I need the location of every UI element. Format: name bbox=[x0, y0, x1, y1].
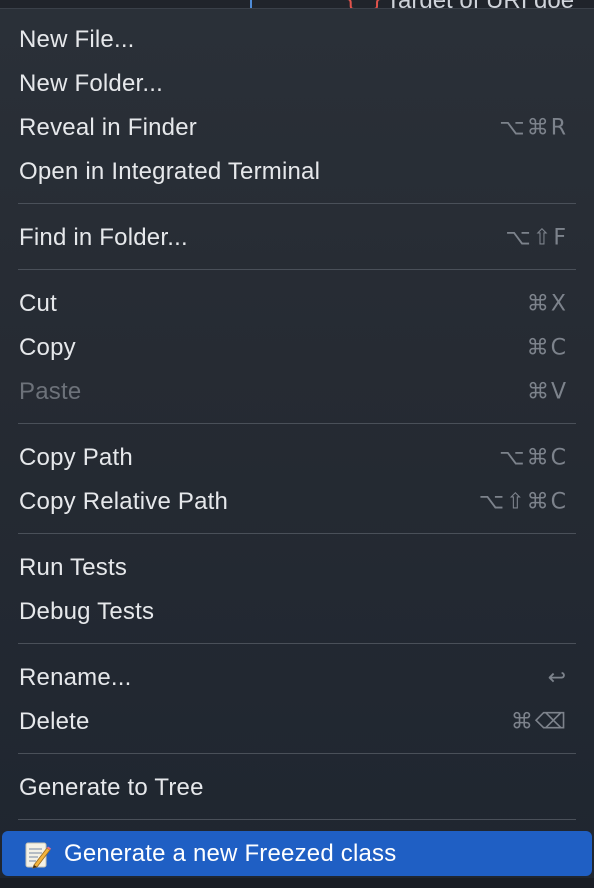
menu-item-debug-tests[interactable]: Debug Tests bbox=[0, 590, 594, 634]
editor-cursor bbox=[250, 0, 252, 8]
menu-separator bbox=[18, 203, 576, 204]
menu-item-label: Rename... bbox=[19, 664, 132, 691]
menu-separator bbox=[18, 753, 576, 754]
menu-item-run-tests[interactable]: Run Tests bbox=[0, 546, 594, 590]
menu-item-generate-to-tree[interactable]: Generate to Tree bbox=[0, 766, 594, 810]
menu-item-label: Debug Tests bbox=[19, 598, 155, 625]
memo-icon bbox=[25, 842, 51, 869]
context-menu: New File... New Folder... Reveal in Find… bbox=[0, 8, 594, 888]
menu-separator bbox=[18, 533, 576, 534]
brace-icon: { } bbox=[344, 0, 384, 8]
menu-separator bbox=[18, 819, 576, 820]
menu-item-delete[interactable]: Delete ⌘⌫ bbox=[0, 700, 594, 744]
menu-item-label: Cut bbox=[19, 290, 57, 317]
menu-item-open-in-terminal[interactable]: Open in Integrated Terminal bbox=[0, 150, 594, 194]
menu-separator bbox=[18, 423, 576, 424]
menu-item-find-in-folder[interactable]: Find in Folder... ⌥⇧F bbox=[0, 216, 594, 260]
menu-item-label: Copy Relative Path bbox=[19, 488, 229, 515]
menu-item-new-folder[interactable]: New Folder... bbox=[0, 62, 594, 106]
menu-item-rename[interactable]: Rename... ↩ bbox=[0, 656, 594, 700]
menu-item-shortcut: ⌘⌫ bbox=[510, 709, 568, 735]
menu-item-reveal-in-finder[interactable]: Reveal in Finder ⌥⌘R bbox=[0, 106, 594, 150]
menu-item-shortcut: ⌥⇧F bbox=[505, 225, 568, 251]
menu-item-label: New File... bbox=[19, 26, 135, 53]
menu-item-shortcut: ⌥⌘R bbox=[499, 115, 568, 141]
menu-item-shortcut: ⌘C bbox=[526, 335, 568, 361]
menu-item-label: Paste bbox=[19, 378, 82, 405]
menu-item-shortcut: ⌘V bbox=[526, 379, 568, 405]
menu-item-paste: Paste ⌘V bbox=[0, 370, 594, 414]
menu-item-label: Copy Path bbox=[19, 444, 133, 471]
menu-item-label: Run Tests bbox=[19, 554, 128, 581]
menu-item-label: Delete bbox=[19, 708, 90, 735]
menu-item-shortcut: ⌥⇧⌘C bbox=[478, 489, 568, 515]
return-icon: ↩ bbox=[547, 665, 568, 691]
menu-separator bbox=[18, 643, 576, 644]
menu-item-generate-freezed-class[interactable]: Generate a new Freezed class bbox=[2, 831, 592, 876]
menu-item-copy[interactable]: Copy ⌘C bbox=[0, 326, 594, 370]
menu-item-label: Reveal in Finder bbox=[19, 114, 197, 141]
menu-separator bbox=[18, 269, 576, 270]
menu-item-shortcut: ⌥⌘C bbox=[499, 445, 568, 471]
menu-item-label: Generate to Tree bbox=[19, 774, 204, 801]
menu-item-label: New Folder... bbox=[19, 70, 163, 97]
editor-background-strip: { } Target of URI doe bbox=[0, 0, 594, 8]
editor-partial-text: Target of URI doe bbox=[386, 0, 574, 8]
menu-item-label: Generate a new Freezed class bbox=[64, 839, 397, 867]
menu-bottom-edge bbox=[0, 878, 594, 888]
menu-item-label: Open in Integrated Terminal bbox=[19, 158, 321, 185]
menu-item-copy-path[interactable]: Copy Path ⌥⌘C bbox=[0, 436, 594, 480]
menu-item-new-file[interactable]: New File... bbox=[0, 18, 594, 62]
menu-item-copy-relative-path[interactable]: Copy Relative Path ⌥⇧⌘C bbox=[0, 480, 594, 524]
menu-item-cut[interactable]: Cut ⌘X bbox=[0, 282, 594, 326]
menu-item-label: Find in Folder... bbox=[19, 224, 188, 251]
menu-item-label: Copy bbox=[19, 334, 76, 361]
menu-item-shortcut: ⌘X bbox=[526, 291, 568, 317]
